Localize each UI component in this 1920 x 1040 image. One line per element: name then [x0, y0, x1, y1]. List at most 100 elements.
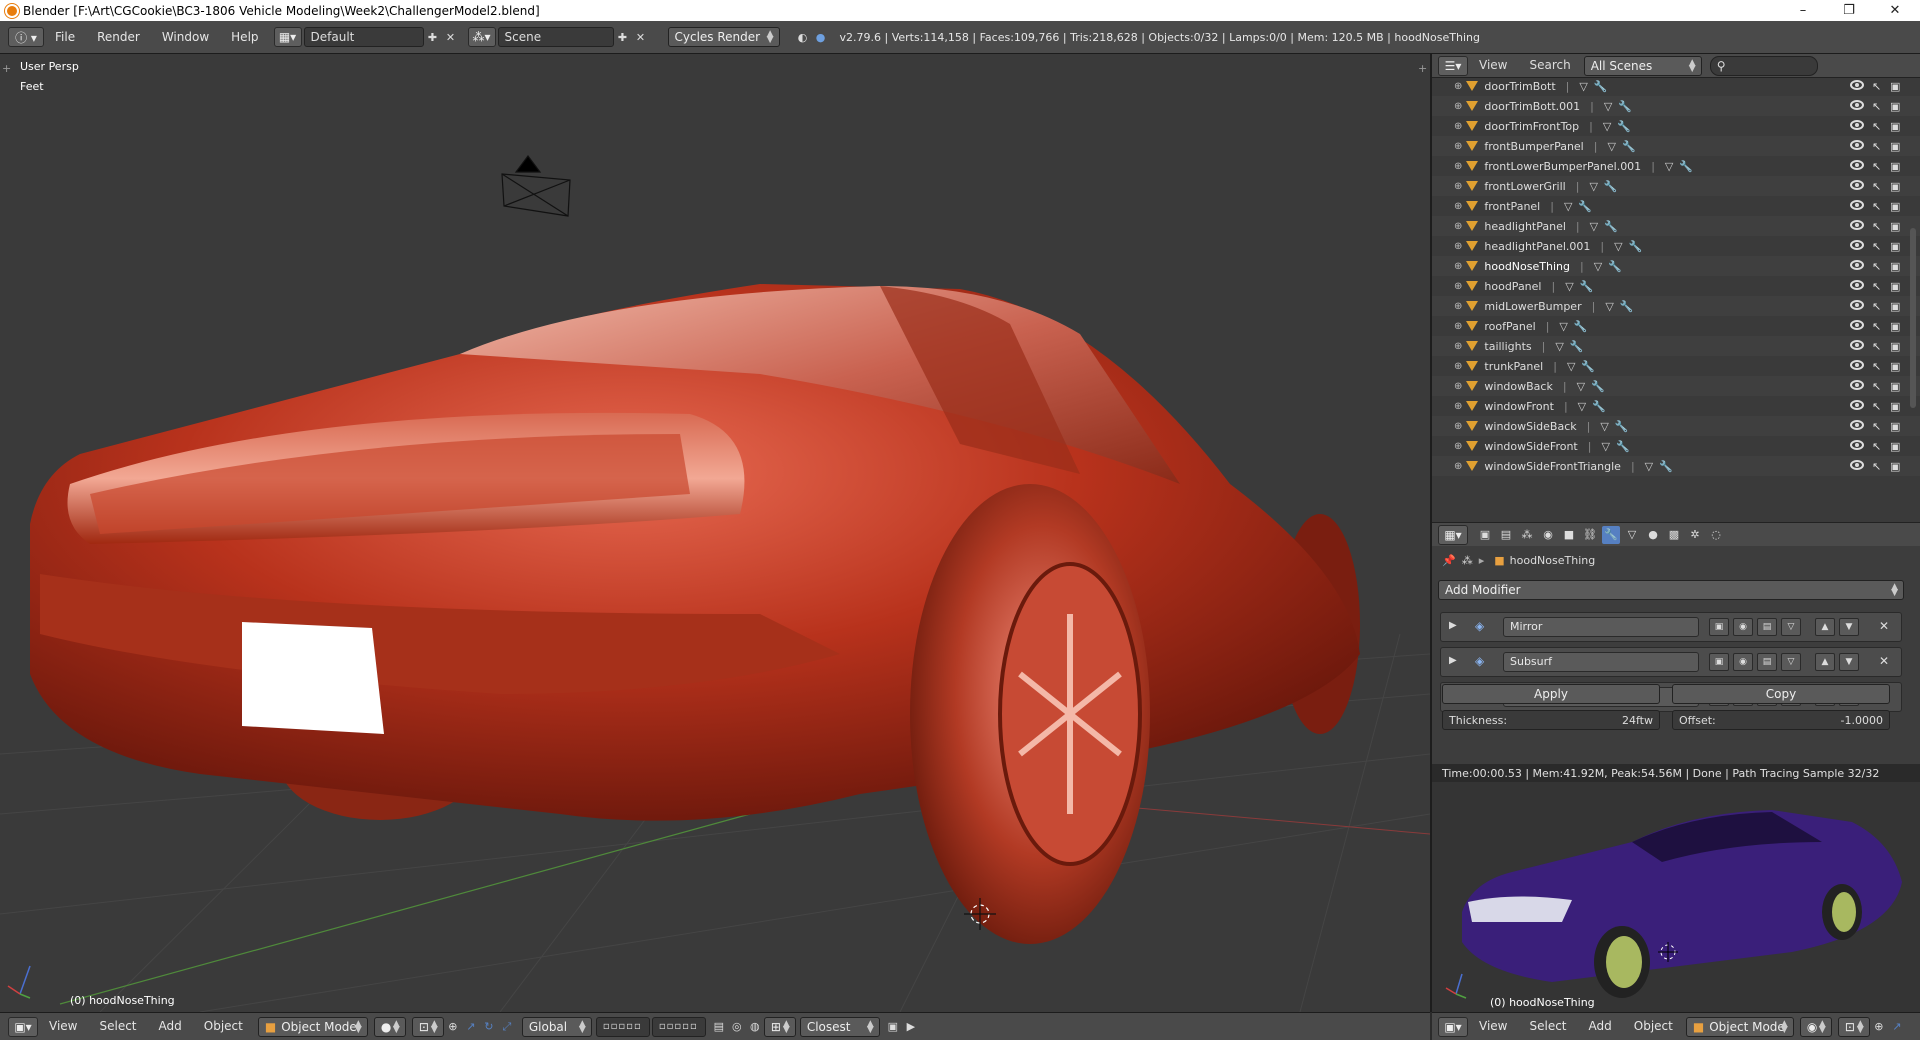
- editor-type-properties-icon[interactable]: ▦▾: [1438, 524, 1468, 545]
- modifier-name-field[interactable]: Subsurf: [1503, 652, 1699, 672]
- render-menu-add[interactable]: Add: [1578, 1010, 1623, 1040]
- mesh-data-icon[interactable]: ▽: [1577, 380, 1585, 393]
- remove-layout-icon[interactable]: ✕: [442, 28, 460, 46]
- renderable-camera-icon[interactable]: ▣: [1890, 240, 1900, 253]
- viewport-toggle-icon[interactable]: ◉: [1733, 653, 1753, 671]
- mesh-data-icon[interactable]: ▽: [1645, 460, 1653, 473]
- outliner-row[interactable]: ⊕ frontBumperPanel | ▽ 🔧 ↖ ▣: [1432, 136, 1920, 156]
- selectable-arrow-icon[interactable]: ↖: [1872, 260, 1881, 273]
- outliner-item-name[interactable]: doorTrimBott.001: [1484, 100, 1580, 113]
- cage-toggle-icon[interactable]: ▽: [1781, 653, 1801, 671]
- renderable-camera-icon[interactable]: ▣: [1890, 340, 1900, 353]
- expand-icon[interactable]: ⊕: [1454, 361, 1462, 372]
- orientation-dropdown[interactable]: Global ▲ ▼: [521, 1016, 592, 1037]
- expand-icon[interactable]: ⊕: [1454, 341, 1462, 352]
- selectable-arrow-icon[interactable]: ↖: [1872, 160, 1881, 173]
- render-engine-dropdown[interactable]: Cycles Render ▲ ▼: [667, 27, 780, 47]
- menu-object[interactable]: Object: [193, 1010, 254, 1040]
- mesh-data-icon[interactable]: ▽: [1594, 260, 1602, 273]
- modifier-wrench-icon[interactable]: 🔧: [1622, 140, 1636, 153]
- visibility-eye-icon[interactable]: [1850, 359, 1872, 373]
- outliner-row[interactable]: ⊕ frontLowerBumperPanel.001 | ▽ 🔧 ↖ ▣: [1432, 156, 1920, 176]
- renderable-camera-icon[interactable]: ▣: [1890, 420, 1900, 433]
- selectable-arrow-icon[interactable]: ↖: [1872, 120, 1881, 133]
- license-plate[interactable]: [242, 622, 384, 734]
- mesh-data-icon[interactable]: ▽: [1604, 100, 1612, 113]
- add-scene-icon[interactable]: ✚: [614, 28, 632, 46]
- tab-object-icon[interactable]: ■: [1560, 526, 1578, 544]
- expand-icon[interactable]: ⊕: [1454, 461, 1462, 472]
- render-preview-icon[interactable]: ◐: [794, 28, 812, 46]
- selectable-arrow-icon[interactable]: ↖: [1872, 100, 1881, 113]
- rendered-viewport[interactable]: Time:00:00.53 | Mem:41.92M, Peak:54.56M …: [1432, 764, 1920, 1012]
- add-layout-icon[interactable]: ✚: [424, 28, 442, 46]
- mesh-data-icon[interactable]: ▽: [1578, 400, 1586, 413]
- visibility-eye-icon[interactable]: [1850, 379, 1872, 393]
- modifier-panel[interactable]: ▶ ◈ Mirror ▣ ◉ ▤ ▽ ▲ ▼ ✕: [1440, 612, 1902, 642]
- mesh-data-icon[interactable]: ▽: [1579, 80, 1587, 93]
- outliner-row[interactable]: ⊕ windowSideFront | ▽ 🔧 ↖ ▣: [1432, 436, 1920, 456]
- visibility-eye-icon[interactable]: [1850, 199, 1872, 213]
- mesh-data-icon[interactable]: ▽: [1589, 180, 1597, 193]
- rotate-manipulator-icon[interactable]: ↻: [480, 1018, 498, 1036]
- outliner-item-name[interactable]: hoodPanel: [1484, 280, 1541, 293]
- selectable-arrow-icon[interactable]: ↖: [1872, 340, 1881, 353]
- minimize-button[interactable]: –: [1780, 0, 1826, 21]
- modifier-wrench-icon[interactable]: 🔧: [1618, 100, 1632, 113]
- renderable-camera-icon[interactable]: ▣: [1890, 280, 1900, 293]
- expand-icon[interactable]: ⊕: [1454, 201, 1462, 212]
- selectable-arrow-icon[interactable]: ↖: [1872, 400, 1881, 413]
- close-window-button[interactable]: ✕: [1872, 0, 1918, 21]
- selectable-arrow-icon[interactable]: ↖: [1872, 420, 1881, 433]
- outliner-item-name[interactable]: doorTrimBott: [1484, 80, 1555, 93]
- remove-modifier-icon[interactable]: ✕: [1879, 619, 1889, 633]
- renderable-camera-icon[interactable]: ▣: [1890, 360, 1900, 373]
- expand-icon[interactable]: ⊕: [1454, 381, 1462, 392]
- outliner-row[interactable]: ⊕ headlightPanel | ▽ 🔧 ↖ ▣: [1432, 216, 1920, 236]
- visibility-eye-icon[interactable]: [1850, 159, 1872, 173]
- renderable-camera-icon[interactable]: ▣: [1890, 460, 1900, 473]
- outliner-row[interactable]: ⊕ windowFront | ▽ 🔧 ↖ ▣: [1432, 396, 1920, 416]
- mesh-data-icon[interactable]: ▽: [1555, 340, 1563, 353]
- outliner-filter-dropdown[interactable]: All Scenes ▲ ▼: [1583, 55, 1702, 76]
- snap-toggle-icon[interactable]: ◍: [746, 1018, 764, 1036]
- visibility-eye-icon[interactable]: [1850, 79, 1872, 93]
- expand-icon[interactable]: ⊕: [1454, 101, 1462, 112]
- outliner-row[interactable]: ⊕ windowSideFrontTriangle | ▽ 🔧 ↖ ▣: [1432, 456, 1920, 476]
- scene-icon[interactable]: ⁂▾: [467, 27, 496, 47]
- menu-add[interactable]: Add: [148, 1010, 193, 1040]
- expand-icon[interactable]: ⊕: [1454, 261, 1462, 272]
- cage-toggle-icon[interactable]: ▽: [1781, 618, 1801, 636]
- selectable-arrow-icon[interactable]: ↖: [1872, 240, 1881, 253]
- outliner-item-name[interactable]: windowSideBack: [1484, 420, 1576, 433]
- mesh-data-icon[interactable]: ▽: [1665, 160, 1673, 173]
- editor-type-info-icon[interactable]: ⓘ ▾: [8, 27, 44, 47]
- editmode-toggle-icon[interactable]: ▤: [1757, 653, 1777, 671]
- move-down-icon[interactable]: ▼: [1839, 618, 1859, 636]
- selectable-arrow-icon[interactable]: ↖: [1872, 380, 1881, 393]
- outliner-item-name[interactable]: headlightPanel: [1484, 220, 1566, 233]
- modifier-wrench-icon[interactable]: 🔧: [1604, 220, 1618, 233]
- translate-manipulator-icon[interactable]: ↗: [462, 1018, 480, 1036]
- visibility-eye-icon[interactable]: [1850, 319, 1872, 333]
- visibility-eye-icon[interactable]: [1850, 179, 1872, 193]
- layers-grid-right[interactable]: ▫▫▫▫▫: [651, 1016, 706, 1037]
- selectable-arrow-icon[interactable]: ↖: [1872, 180, 1881, 193]
- outliner-item-name[interactable]: windowSideFrontTriangle: [1484, 460, 1621, 473]
- render-toggle-icon[interactable]: ▣: [1709, 618, 1729, 636]
- modifier-wrench-icon[interactable]: 🔧: [1616, 440, 1630, 453]
- outliner-item-name[interactable]: headlightPanel.001: [1484, 240, 1590, 253]
- mesh-data-icon[interactable]: ▽: [1603, 120, 1611, 133]
- visibility-eye-icon[interactable]: [1850, 279, 1872, 293]
- visibility-eye-icon[interactable]: [1850, 399, 1872, 413]
- selectable-arrow-icon[interactable]: ↖: [1872, 200, 1881, 213]
- render-toggle-icon[interactable]: ▣: [1709, 653, 1729, 671]
- menu-render[interactable]: Render: [86, 21, 151, 54]
- outliner-row[interactable]: ⊕ hoodPanel | ▽ 🔧 ↖ ▣: [1432, 276, 1920, 296]
- tab-render-layers-icon[interactable]: ▤: [1497, 526, 1515, 544]
- visibility-eye-icon[interactable]: [1850, 99, 1872, 113]
- renderable-camera-icon[interactable]: ▣: [1890, 400, 1900, 413]
- expand-icon[interactable]: ⊕: [1454, 81, 1462, 92]
- modifier-panel[interactable]: ▶ ◈ Subsurf ▣ ◉ ▤ ▽ ▲ ▼ ✕: [1440, 647, 1902, 677]
- offset-field[interactable]: Offset: -1.0000: [1672, 710, 1890, 730]
